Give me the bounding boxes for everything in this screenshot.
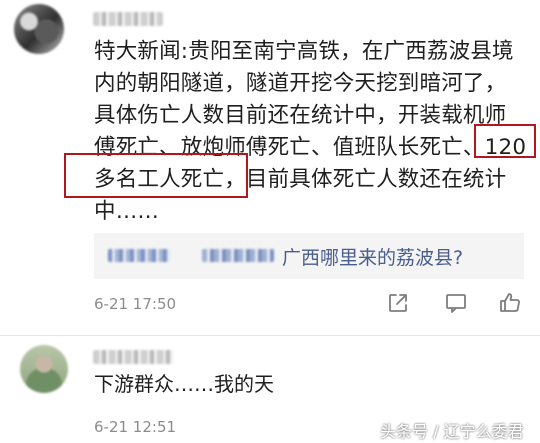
reply-timestamp: 6-21 12:51 <box>94 418 177 436</box>
post-timestamp: 6-21 17:50 <box>94 295 177 313</box>
comment-icon[interactable] <box>444 291 468 315</box>
commenter-name-blurred[interactable] <box>93 12 163 26</box>
post-text-line: 内的朝阳隧道，隧道开挖今天挖到暗河了， <box>94 71 507 96</box>
post-text-line: 中…… <box>94 199 160 224</box>
quoted-reply[interactable]: 广西哪里来的荔波县? <box>94 233 524 279</box>
reply-text: 下游群众……我的天 <box>94 372 274 396</box>
quoted-reply-text: 广西哪里来的荔波县? <box>282 247 464 269</box>
post-text-line: 具体伤亡人数目前还在统计中，开装载机师 <box>94 103 507 128</box>
reply-user-name-blurred[interactable] <box>93 350 173 364</box>
post-text: 特大新闻:贵阳至南宁高铁，在广西荔波县境 内的朝阳隧道，隧道开挖今天挖到暗河了，… <box>94 36 526 228</box>
commenter-avatar[interactable] <box>14 4 64 54</box>
reply-avatar[interactable] <box>20 345 68 393</box>
like-icon[interactable] <box>498 291 522 315</box>
quoted-user-blurred <box>108 249 170 262</box>
post-text-line: 特大新闻:贵阳至南宁高铁，在广西荔波县境 <box>94 39 514 64</box>
watermark: 头条号 / 辽宁么委君 <box>380 422 524 441</box>
highlight-box-workers <box>64 153 248 198</box>
share-icon[interactable] <box>386 291 410 315</box>
comment-divider <box>0 335 540 336</box>
quoted-user-blurred-2 <box>202 249 274 262</box>
highlight-box-number <box>474 124 536 158</box>
